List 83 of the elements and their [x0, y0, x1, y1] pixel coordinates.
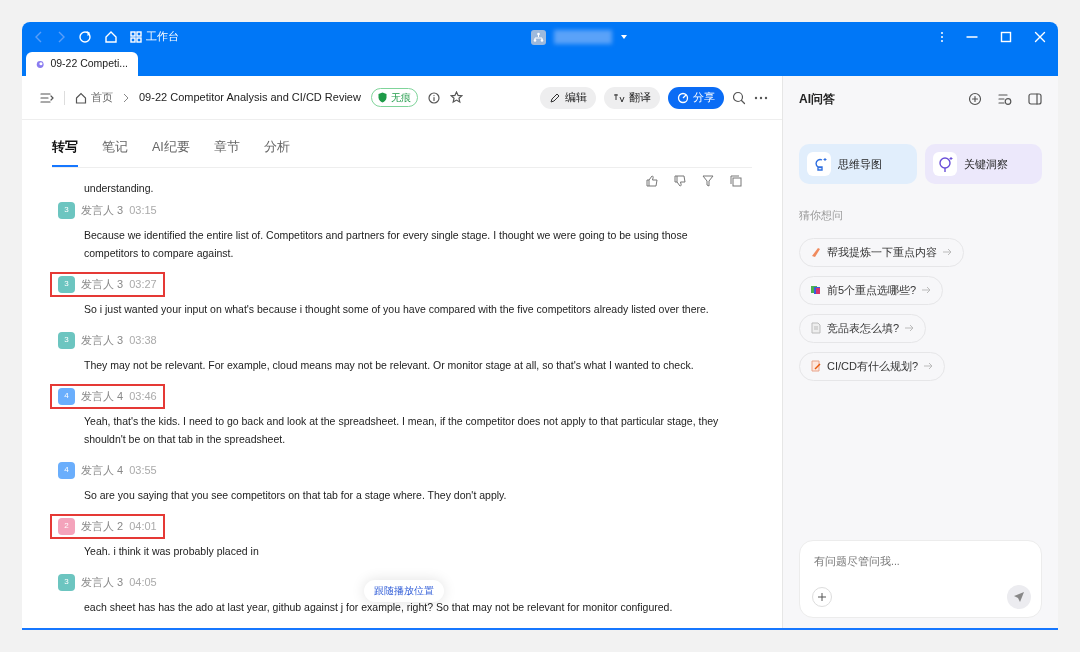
close-icon[interactable] — [1034, 31, 1046, 43]
sidebar-toggle-icon[interactable] — [40, 91, 54, 104]
document-title: 09-22 Competitor Analysis and CI/CD Review — [139, 90, 361, 106]
speaker-name: 发言人 4 — [81, 463, 124, 478]
blurred-label — [554, 30, 612, 44]
pencil-icon — [549, 91, 561, 104]
org-avatar-icon — [531, 29, 546, 45]
mind-map-button[interactable]: 思维导图 — [799, 144, 917, 184]
new-chat-icon[interactable] — [968, 92, 982, 106]
transcript-text: So i just wanted your input on what's because i thought some of you have compared with the five competitors already listed over there. — [84, 301, 709, 317]
filter-icon[interactable] — [702, 174, 714, 187]
transcript-text: Because we identified the entire list of. Competitors and partners for every single stage. I thought we were going to be using those competitors to compare against. — [84, 227, 689, 261]
thumbs-down-icon[interactable] — [674, 174, 686, 187]
pen-icon — [810, 246, 822, 259]
search-icon[interactable] — [732, 90, 746, 105]
more-icon[interactable] — [754, 95, 768, 100]
view-tab[interactable]: 章节 — [213, 130, 240, 167]
arrow-right-icon — [904, 323, 916, 334]
grid-icon — [130, 31, 142, 43]
suggested-question[interactable]: 前5个重点选哪些? — [799, 275, 944, 305]
speaker-avatar: 3 — [58, 331, 75, 349]
share-icon — [677, 91, 689, 104]
view-tab[interactable]: AI纪要 — [152, 130, 190, 167]
speaker-avatar: 4 — [58, 387, 75, 405]
speaker-name: 发言人 3 — [81, 333, 124, 348]
follow-playback-button[interactable]: 跟随播放位置 — [364, 579, 444, 602]
translate-icon — [613, 91, 625, 104]
star-icon[interactable] — [449, 91, 463, 104]
panel-toggle-icon[interactable] — [1028, 93, 1042, 105]
arrow-right-icon — [921, 285, 933, 296]
shield-icon — [377, 92, 387, 103]
transcript-text: So are you saying that you see competitors on that tab for a stage where. They don't apply. — [84, 487, 507, 503]
history-icon[interactable] — [998, 92, 1012, 106]
view-tab[interactable]: 分析 — [263, 130, 290, 167]
more-icon[interactable] — [940, 31, 944, 43]
transcript-text: understanding. — [84, 181, 154, 194]
speaker-avatar: 3 — [58, 201, 75, 219]
dropdown-icon[interactable] — [620, 34, 628, 40]
home-icon — [75, 91, 87, 104]
document-tab[interactable]: 09-22 Competi... — [26, 52, 138, 76]
view-tab[interactable]: 转写 — [52, 130, 78, 167]
transcript-text: They may not be relevant. For example, cloud means may not be relevant. Or monitor stage at all, so that's what I wanted to check. — [84, 357, 694, 373]
speaker-name: 发言人 3 — [81, 575, 124, 590]
home-icon[interactable] — [104, 30, 118, 44]
attach-button[interactable] — [812, 587, 832, 607]
cards-icon — [810, 284, 822, 297]
copy-icon[interactable] — [730, 174, 742, 187]
maximize-icon[interactable] — [1000, 31, 1012, 43]
share-button[interactable]: 分享 — [668, 86, 724, 109]
key-insight-button[interactable]: 关键洞察 — [924, 144, 1042, 184]
transcript-text: each sheet has has the ado at last year, github against j for example, right? So that may not be relevant for monitor configured. — [84, 599, 673, 615]
transcript-text: Yeah, that's the kids. I need to go back and look at the spreadsheet. I mean, if the competitor does not apply to that particular stage, they shouldn't be on that tab in the spreadsheet. — [84, 413, 720, 447]
speaker-name: 发言人 4 — [81, 389, 124, 404]
speaker-avatar: 4 — [58, 461, 75, 479]
home-link[interactable]: 首页 — [75, 89, 113, 106]
send-button[interactable] — [1007, 585, 1031, 609]
suggested-question[interactable]: CI/CD有什么规划? — [799, 351, 946, 381]
speaker-name: 发言人 3 — [81, 203, 124, 218]
speaker-name: 发言人 3 — [81, 277, 124, 292]
refresh-icon[interactable] — [78, 30, 92, 44]
plus-icon — [817, 592, 827, 602]
edit-button[interactable]: 编辑 — [540, 86, 596, 109]
note-icon — [810, 360, 822, 373]
speaker-avatar: 2 — [58, 517, 75, 535]
info-icon[interactable] — [427, 91, 440, 104]
thumbs-up-icon[interactable] — [646, 174, 658, 187]
suggested-question[interactable]: 竞品表怎么填? — [799, 313, 927, 343]
arrow-right-icon — [923, 361, 935, 372]
arrow-right-icon — [942, 247, 953, 258]
workbench-button[interactable]: 工作台 — [130, 29, 179, 45]
ask-input-field[interactable]: 有问题尽管问我... — [812, 553, 1031, 571]
suggested-question[interactable]: 帮我提炼一下重点内容 — [799, 237, 964, 267]
section-label: 猜你想问 — [799, 208, 844, 223]
speaker-avatar: 3 — [58, 573, 75, 591]
send-icon — [1013, 591, 1025, 603]
panel-title: AI问答 — [799, 91, 835, 108]
view-tab[interactable]: 笔记 — [102, 130, 128, 167]
speaker-avatar: 3 — [58, 275, 75, 293]
chevron-icon — [123, 92, 129, 103]
transcript-text: Yeah. i think it was probably placed in — [84, 543, 259, 559]
document-icon — [810, 322, 822, 335]
speaker-name: 发言人 2 — [81, 519, 124, 534]
translate-button[interactable]: 翻译 — [604, 86, 660, 109]
